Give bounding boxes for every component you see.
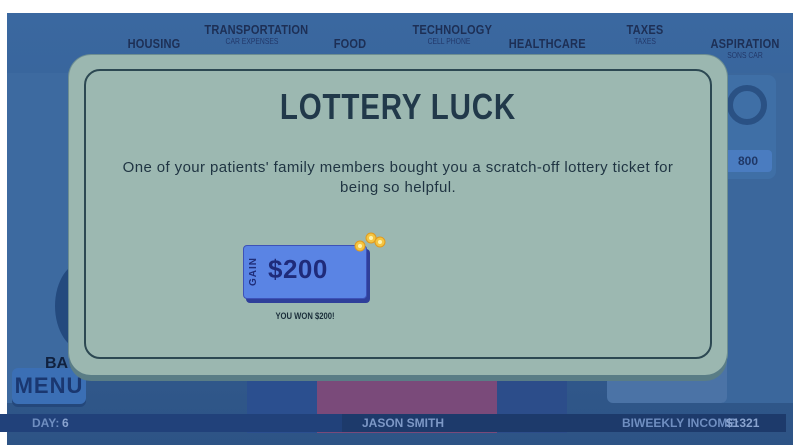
category-transportation-sub: CAR EXPENSES <box>225 37 279 46</box>
category-food-name: FOOD <box>333 36 367 51</box>
income-value: $1321 <box>726 416 760 430</box>
income-label: BIWEEKLY INCOME: <box>622 416 740 430</box>
gain-caption: YOU WON $200! <box>275 311 335 321</box>
category-technology-sub: CELL PHONE <box>427 37 471 46</box>
menu-button[interactable]: MENU <box>12 368 86 404</box>
background-wall-left <box>7 73 77 403</box>
category-transportation-name: TRANSPORTATION <box>204 22 309 37</box>
category-technology[interactable]: TECHNOLOGY CELL PHONE <box>412 22 493 47</box>
day-label: DAY: <box>32 416 60 430</box>
gain-amount: $200 <box>268 254 328 284</box>
category-healthcare[interactable]: HEALTHCARE <box>509 37 586 51</box>
category-aspiration[interactable]: ASPIRATION SONS CAR <box>708 36 781 61</box>
category-taxes-sub: TAXES <box>634 37 656 46</box>
category-taxes[interactable]: TAXES TAXES <box>620 22 669 47</box>
aspiration-price: 800 <box>724 150 772 172</box>
gain-tag: GAIN <box>248 257 259 287</box>
category-taxes-name: TAXES <box>626 22 664 37</box>
category-food[interactable]: FOOD <box>330 37 371 51</box>
modal-body: One of your patients' family members bou… <box>122 159 674 196</box>
category-aspiration-sub: SONS CAR <box>727 51 763 60</box>
gear-icon <box>727 85 767 125</box>
modal-title: LOTTERY LUCK <box>279 86 517 127</box>
category-healthcare-name: HEALTHCARE <box>508 36 586 51</box>
category-transportation[interactable]: TRANSPORTATION CAR EXPENSES <box>204 22 309 47</box>
category-aspiration-name: ASPIRATION <box>710 36 780 51</box>
day-value: 6 <box>62 416 69 430</box>
category-housing[interactable]: HOUSING <box>127 37 181 51</box>
category-technology-name: TECHNOLOGY <box>412 22 493 37</box>
sparkle-icon <box>354 232 386 252</box>
player-name: JASON SMITH <box>362 416 445 430</box>
category-housing-name: HOUSING <box>127 36 181 51</box>
